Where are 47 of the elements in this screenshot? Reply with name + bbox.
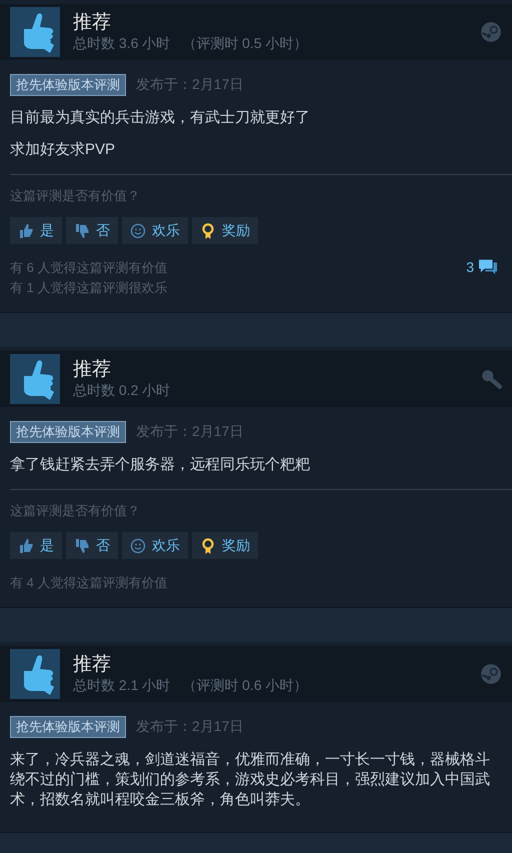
thumbs-down-icon (74, 222, 90, 238)
thumbs-up-icon (10, 7, 60, 57)
comment-icon (478, 258, 498, 276)
thumbs-up-icon (10, 649, 60, 699)
early-access-tag: 抢先体验版本评测 (10, 74, 126, 96)
playtime-text: 总时数 3.6 小时 (73, 34, 170, 52)
award-ribbon-icon (200, 538, 216, 554)
review-playtime-text: （评测时 0.6 小时） (182, 676, 308, 694)
yes-button[interactable]: 是 (10, 217, 62, 244)
yes-button[interactable]: 是 (10, 532, 62, 559)
funny-button[interactable]: 欢乐 (122, 532, 188, 559)
key-icon (480, 368, 502, 390)
vote-count-text: 有 1 人觉得这篇评测很欢乐 (10, 279, 168, 297)
vote-count-text: 有 6 人觉得这篇评测有价值 (10, 259, 168, 277)
steam-icon (480, 21, 502, 43)
thumbs-up-icon (18, 538, 34, 554)
thumbs-up-icon (18, 222, 34, 238)
playtime-text: 总时数 2.1 小时 (73, 676, 170, 694)
review-playtime-text: （评测时 0.5 小时） (182, 34, 308, 52)
no-button[interactable]: 否 (66, 532, 118, 559)
review-text: 拿了钱赶紧去弄个服务器，远程同乐玩个粑粑 (10, 455, 311, 475)
early-access-tag: 抢先体验版本评测 (10, 716, 126, 738)
helpful-prompt: 这篇评测是否有价值？ (10, 502, 141, 520)
thumbs-down-icon (74, 538, 90, 554)
review-text: 求加好友求PVP (10, 140, 116, 160)
award-button[interactable]: 奖励 (192, 217, 258, 244)
helpful-prompt: 这篇评测是否有价值？ (10, 187, 141, 205)
thumbs-up-icon (10, 354, 60, 404)
playtime-text: 总时数 0.2 小时 (73, 381, 170, 399)
smiley-icon (130, 538, 146, 554)
steam-icon (480, 663, 502, 685)
review-text: 来了，冷兵器之魂，剑道迷福音，优雅而准确，一寸长一寸钱，器械格斗绕不过的门槛，策划们的参考系，游戏史必考科目，强烈建议加入中国武术，招数名就叫程咬金三板斧，角色叫莽夫。 (10, 750, 491, 810)
award-ribbon-icon (200, 222, 216, 238)
comments-link[interactable]: 3 (466, 258, 498, 276)
posted-date: 发布于：2月17日 (136, 423, 244, 441)
review-text: 目前最为真实的兵击游戏，有武士刀就更好了 (10, 108, 311, 128)
vote-count-text: 有 4 人觉得这篇评测有价值 (10, 574, 168, 592)
posted-date: 发布于：2月17日 (136, 718, 244, 736)
funny-button[interactable]: 欢乐 (122, 217, 188, 244)
early-access-tag: 抢先体验版本评测 (10, 421, 126, 443)
verdict-title: 推荐 (73, 654, 112, 676)
no-button[interactable]: 否 (66, 217, 118, 244)
posted-date: 发布于：2月17日 (136, 76, 244, 94)
smiley-icon (130, 222, 146, 238)
verdict-title: 推荐 (73, 12, 112, 34)
award-button[interactable]: 奖励 (192, 532, 258, 559)
verdict-title: 推荐 (73, 359, 112, 381)
